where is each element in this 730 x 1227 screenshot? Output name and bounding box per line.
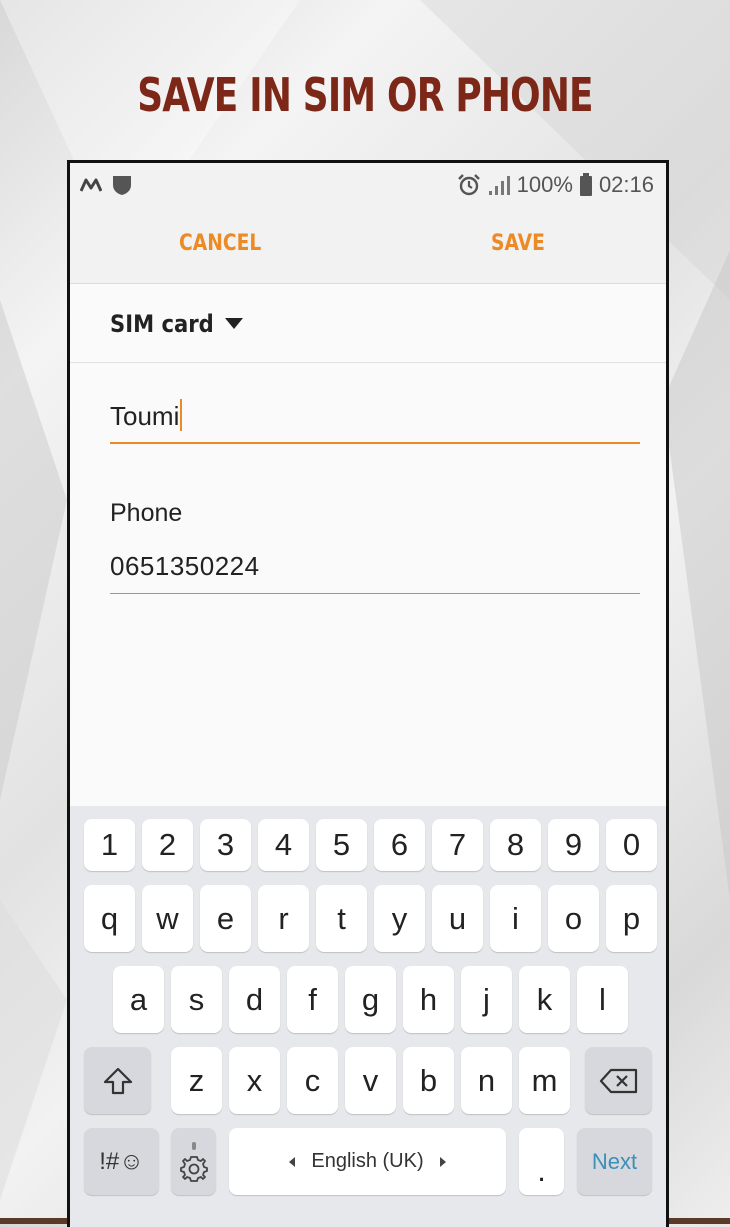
shift-key[interactable]: [84, 1047, 151, 1114]
key-b[interactable]: b: [403, 1047, 454, 1114]
key-d[interactable]: d: [229, 966, 280, 1033]
battery-percent: 100%: [516, 172, 573, 197]
key-i[interactable]: i: [490, 885, 541, 952]
shift-arrow-icon: [103, 1067, 132, 1094]
key-o[interactable]: o: [548, 885, 599, 952]
battery-icon: [579, 173, 592, 196]
key-0[interactable]: 0: [606, 819, 657, 871]
key-4[interactable]: 4: [258, 819, 309, 871]
storage-selected-label: SIM card: [110, 310, 214, 338]
key-j[interactable]: j: [461, 966, 512, 1033]
key-k[interactable]: k: [519, 966, 570, 1033]
phone-screen: 100% 02:16 CANCEL SAVE SIM card Toumi Ph…: [67, 160, 669, 1227]
status-time: 02:16: [598, 172, 654, 197]
shield-icon: [113, 176, 131, 195]
status-bar: 100% 02:16: [70, 163, 666, 207]
backspace-icon: [599, 1068, 637, 1093]
name-value-wrap: Toumi: [110, 399, 183, 432]
keyboard: 1 2 3 4 5 6 7 8 9 0 q w e r t y u i o p …: [70, 806, 666, 1227]
next-key[interactable]: Next: [577, 1128, 652, 1195]
gear-icon: [179, 1141, 208, 1182]
storage-selector[interactable]: SIM card: [70, 284, 666, 363]
name-input[interactable]: Toumi: [110, 387, 640, 444]
key-3[interactable]: 3: [200, 819, 251, 871]
key-x[interactable]: x: [229, 1047, 280, 1114]
key-6[interactable]: 6: [374, 819, 425, 871]
key-r[interactable]: r: [258, 885, 309, 952]
key-l[interactable]: l: [577, 966, 628, 1033]
key-s[interactable]: s: [171, 966, 222, 1033]
signal-icon: [488, 176, 510, 195]
key-n[interactable]: n: [461, 1047, 512, 1114]
key-9[interactable]: 9: [548, 819, 599, 871]
next-label: Next: [591, 1148, 638, 1174]
language-next-icon: [439, 1156, 446, 1167]
status-left: [80, 175, 132, 195]
key-f[interactable]: f: [287, 966, 338, 1033]
key-8[interactable]: 8: [490, 819, 541, 871]
symbols-key[interactable]: !#☺: [84, 1128, 159, 1195]
m-logo-icon: [80, 178, 102, 192]
backspace-key[interactable]: [585, 1047, 652, 1114]
key-a[interactable]: a: [113, 966, 164, 1033]
cancel-button[interactable]: CANCEL: [179, 231, 261, 256]
key-7[interactable]: 7: [432, 819, 483, 871]
space-key[interactable]: English (UK): [229, 1128, 506, 1195]
phone-input[interactable]: 0651350224: [110, 541, 640, 594]
status-right: 100% 02:16: [457, 172, 654, 198]
key-w[interactable]: w: [142, 885, 193, 952]
action-bar: CANCEL SAVE: [70, 207, 666, 284]
key-p[interactable]: p: [606, 885, 657, 952]
key-e[interactable]: e: [200, 885, 251, 952]
key-m[interactable]: m: [519, 1047, 570, 1114]
key-v[interactable]: v: [345, 1047, 396, 1114]
key-q[interactable]: q: [84, 885, 135, 952]
key-5[interactable]: 5: [316, 819, 367, 871]
period-key[interactable]: .: [519, 1128, 564, 1195]
key-u[interactable]: u: [432, 885, 483, 952]
promo-headline: SAVE IN SIM OR PHONE: [137, 68, 593, 122]
alarm-icon: [457, 174, 480, 196]
key-h[interactable]: h: [403, 966, 454, 1033]
key-t[interactable]: t: [316, 885, 367, 952]
text-cursor: [180, 399, 183, 431]
key-1[interactable]: 1: [84, 819, 135, 871]
language-label: English (UK): [311, 1150, 424, 1172]
language-prev-icon: [289, 1156, 296, 1167]
phone-value: 0651350224: [110, 551, 260, 581]
key-2[interactable]: 2: [142, 819, 193, 871]
name-value: Toumi: [110, 401, 180, 431]
key-c[interactable]: c: [287, 1047, 338, 1114]
key-z[interactable]: z: [171, 1047, 222, 1114]
phone-label: Phone: [110, 499, 183, 527]
save-button[interactable]: SAVE: [491, 231, 545, 256]
dropdown-arrow-icon: [225, 318, 243, 329]
key-g[interactable]: g: [345, 966, 396, 1033]
settings-key[interactable]: [171, 1128, 216, 1195]
key-y[interactable]: y: [374, 885, 425, 952]
